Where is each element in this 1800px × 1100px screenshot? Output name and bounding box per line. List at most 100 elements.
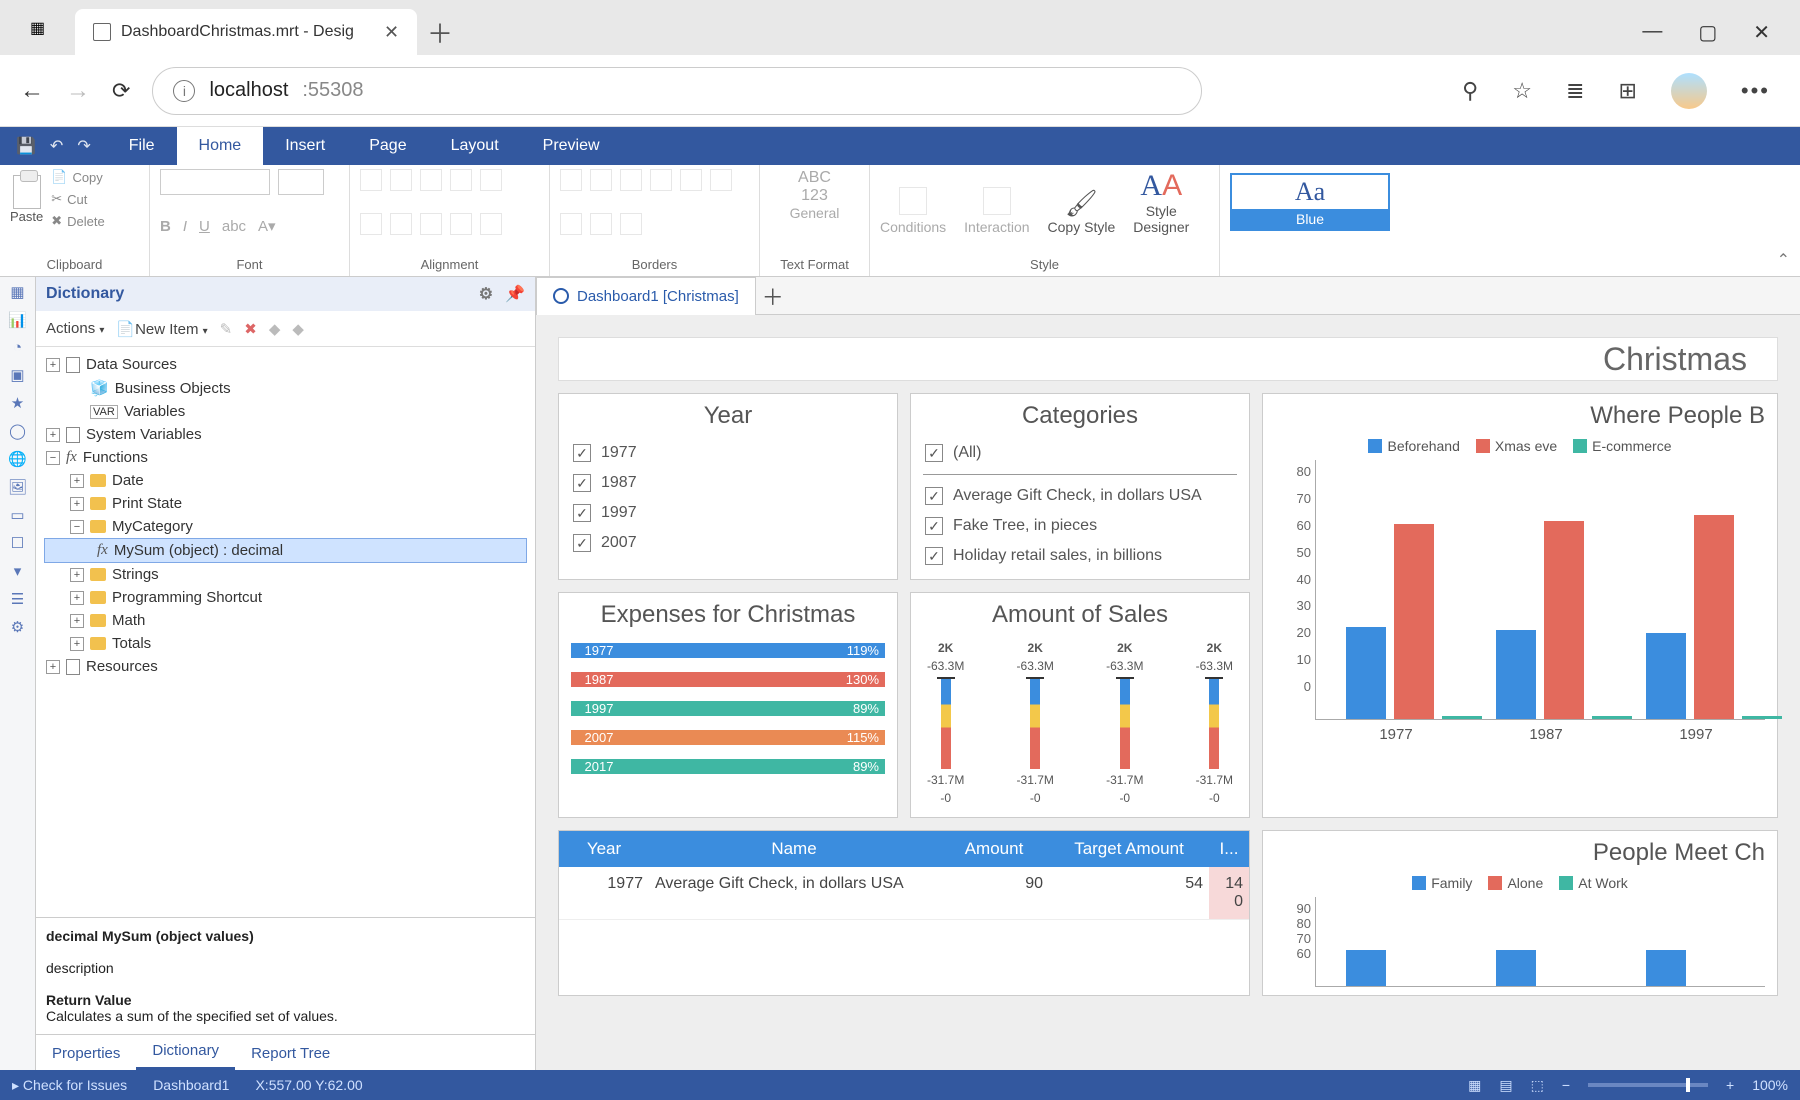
- card-table[interactable]: YearNameAmountTarget AmountI...1977Avera…: [558, 830, 1250, 996]
- zoom-value[interactable]: 100%: [1752, 1077, 1788, 1093]
- back-button[interactable]: ←: [20, 77, 44, 105]
- copy-button[interactable]: 📄Copy: [51, 169, 104, 185]
- new-tab-button[interactable]: ＋: [417, 9, 463, 55]
- redo-icon[interactable]: ↷: [77, 136, 90, 156]
- outdent-icon[interactable]: [480, 213, 502, 235]
- actions-menu[interactable]: Actions ▾: [46, 320, 104, 337]
- address-bar[interactable]: i localhost:55308: [152, 67, 1202, 115]
- view-units-icon[interactable]: ⬚: [1531, 1077, 1544, 1094]
- border-none-icon[interactable]: [710, 169, 732, 191]
- card-where-chart[interactable]: Where People B Beforehand Xmas eve E-com…: [1262, 393, 1778, 818]
- tab-layout[interactable]: Layout: [429, 127, 521, 165]
- node-print-state[interactable]: Print State: [112, 495, 182, 512]
- site-info-icon[interactable]: i: [173, 80, 195, 102]
- page-report-tree[interactable]: Report Tree: [235, 1037, 346, 1070]
- profile-avatar[interactable]: [1671, 73, 1707, 109]
- move-up-icon[interactable]: ◆: [269, 320, 281, 338]
- font-family-select[interactable]: [160, 169, 270, 195]
- font-color-button[interactable]: A▾: [258, 217, 276, 235]
- tool-gauge-icon[interactable]: ◔: [13, 339, 22, 356]
- paste-button[interactable]: Paste: [10, 175, 43, 224]
- close-icon[interactable]: ✕: [384, 22, 399, 43]
- browser-tab-active[interactable]: DashboardChristmas.mrt - Desig ✕: [75, 9, 417, 55]
- border-l-icon[interactable]: [590, 169, 612, 191]
- border-style-icon[interactable]: [620, 213, 642, 235]
- card-categories[interactable]: Categories ✓(All) ✓Average Gift Check, i…: [910, 393, 1250, 580]
- bold-button[interactable]: B: [160, 218, 171, 235]
- tool-panel-icon[interactable]: ☐: [11, 534, 24, 552]
- wordwrap-icon[interactable]: [480, 169, 502, 191]
- cat-retail[interactable]: Holiday retail sales, in billions: [953, 547, 1162, 565]
- design-surface[interactable]: Christmas Year ✓1977 ✓1987 ✓1997 ✓2007 C…: [536, 315, 1800, 1070]
- cat-gift[interactable]: Average Gift Check, in dollars USA: [953, 487, 1202, 505]
- move-down-icon[interactable]: ◆: [292, 320, 304, 338]
- border-color-icon[interactable]: [590, 213, 612, 235]
- valign-mid-icon[interactable]: [390, 213, 412, 235]
- copy-style-button[interactable]: 🖌Copy Style: [1048, 188, 1116, 235]
- delete-item-icon[interactable]: ✖: [244, 320, 257, 338]
- node-strings[interactable]: Strings: [112, 566, 159, 583]
- collapse-ribbon-icon[interactable]: ⌃: [1767, 244, 1800, 276]
- check-issues[interactable]: ▸ Check for Issues: [12, 1077, 127, 1094]
- tool-more-icon[interactable]: ⚙: [11, 618, 24, 636]
- node-data-sources[interactable]: Data Sources: [86, 356, 177, 373]
- border-t-icon[interactable]: [620, 169, 642, 191]
- interaction-button[interactable]: Interaction: [964, 187, 1029, 235]
- node-totals[interactable]: Totals: [112, 635, 151, 652]
- underline-button[interactable]: U: [199, 218, 210, 235]
- textformat-general[interactable]: General: [770, 205, 859, 221]
- node-system-variables[interactable]: System Variables: [86, 426, 202, 443]
- card-sales[interactable]: Amount of Sales 2K-63.3M-31.7M-02K-63.3M…: [910, 592, 1250, 818]
- style-gallery-selected[interactable]: Aa Blue: [1230, 173, 1390, 231]
- style-designer-button[interactable]: AAStyle Designer: [1133, 169, 1189, 235]
- year-1997[interactable]: 1997: [601, 504, 637, 522]
- conditions-button[interactable]: Conditions: [880, 187, 946, 235]
- close-window-icon[interactable]: ✕: [1753, 20, 1770, 45]
- tab-overview-icon[interactable]: ▦: [0, 0, 75, 55]
- node-functions[interactable]: Functions: [83, 449, 148, 466]
- favorites-list-icon[interactable]: ≣: [1566, 78, 1584, 104]
- pin-icon[interactable]: 📌: [505, 284, 525, 304]
- maximize-icon[interactable]: ▢: [1698, 20, 1717, 45]
- node-math[interactable]: Math: [112, 612, 145, 629]
- node-programming[interactable]: Programming Shortcut: [112, 589, 262, 606]
- delete-button[interactable]: ✖Delete: [51, 213, 104, 229]
- tool-chart-icon[interactable]: 📊: [8, 311, 27, 329]
- tab-preview[interactable]: Preview: [521, 127, 622, 165]
- dictionary-tree[interactable]: +Data Sources 🧊Business Objects VARVaria…: [36, 347, 535, 917]
- cut-button[interactable]: ✂Cut: [51, 191, 104, 207]
- card-meet-chart[interactable]: People Meet Ch Family Alone At Work 9080…: [1262, 830, 1778, 996]
- node-mysum[interactable]: MySum (object) : decimal: [114, 542, 283, 559]
- tool-scale-icon[interactable]: ★: [11, 394, 24, 412]
- border-b-icon[interactable]: [680, 169, 702, 191]
- dashboard-title[interactable]: Christmas: [558, 337, 1778, 381]
- strike-button[interactable]: abc: [222, 218, 246, 235]
- year-2007[interactable]: 2007: [601, 534, 637, 552]
- fill-icon[interactable]: [560, 213, 582, 235]
- italic-button[interactable]: I: [183, 218, 187, 235]
- document-tab[interactable]: Dashboard1 [Christmas]: [536, 277, 756, 315]
- card-expenses[interactable]: Expenses for Christmas 1977119%1987130%1…: [558, 592, 898, 818]
- settings-icon[interactable]: ⚙: [479, 284, 493, 304]
- tab-page[interactable]: Page: [347, 127, 428, 165]
- tool-list-icon[interactable]: ☰: [11, 590, 24, 608]
- node-variables[interactable]: Variables: [124, 403, 185, 420]
- tool-table-icon[interactable]: ▦: [10, 283, 24, 301]
- node-my-category[interactable]: MyCategory: [112, 518, 193, 535]
- tool-progress-icon[interactable]: ◯: [9, 422, 26, 440]
- minimize-icon[interactable]: ―: [1642, 20, 1662, 45]
- tool-text-icon[interactable]: ▭: [10, 506, 24, 524]
- more-menu-icon[interactable]: •••: [1741, 78, 1770, 104]
- page-properties[interactable]: Properties: [36, 1037, 136, 1070]
- new-item-menu[interactable]: 📄New Item ▾: [116, 320, 207, 338]
- tab-file[interactable]: File: [107, 127, 177, 165]
- node-date[interactable]: Date: [112, 472, 144, 489]
- border-r-icon[interactable]: [650, 169, 672, 191]
- undo-icon[interactable]: ↶: [50, 136, 63, 156]
- view-grid-icon[interactable]: ▤: [1499, 1077, 1512, 1094]
- align-center-icon[interactable]: [390, 169, 412, 191]
- reload-button[interactable]: ⟳: [112, 78, 130, 104]
- tab-home[interactable]: Home: [177, 127, 264, 165]
- tool-shape-icon[interactable]: ▾: [14, 562, 22, 580]
- valign-top-icon[interactable]: [360, 213, 382, 235]
